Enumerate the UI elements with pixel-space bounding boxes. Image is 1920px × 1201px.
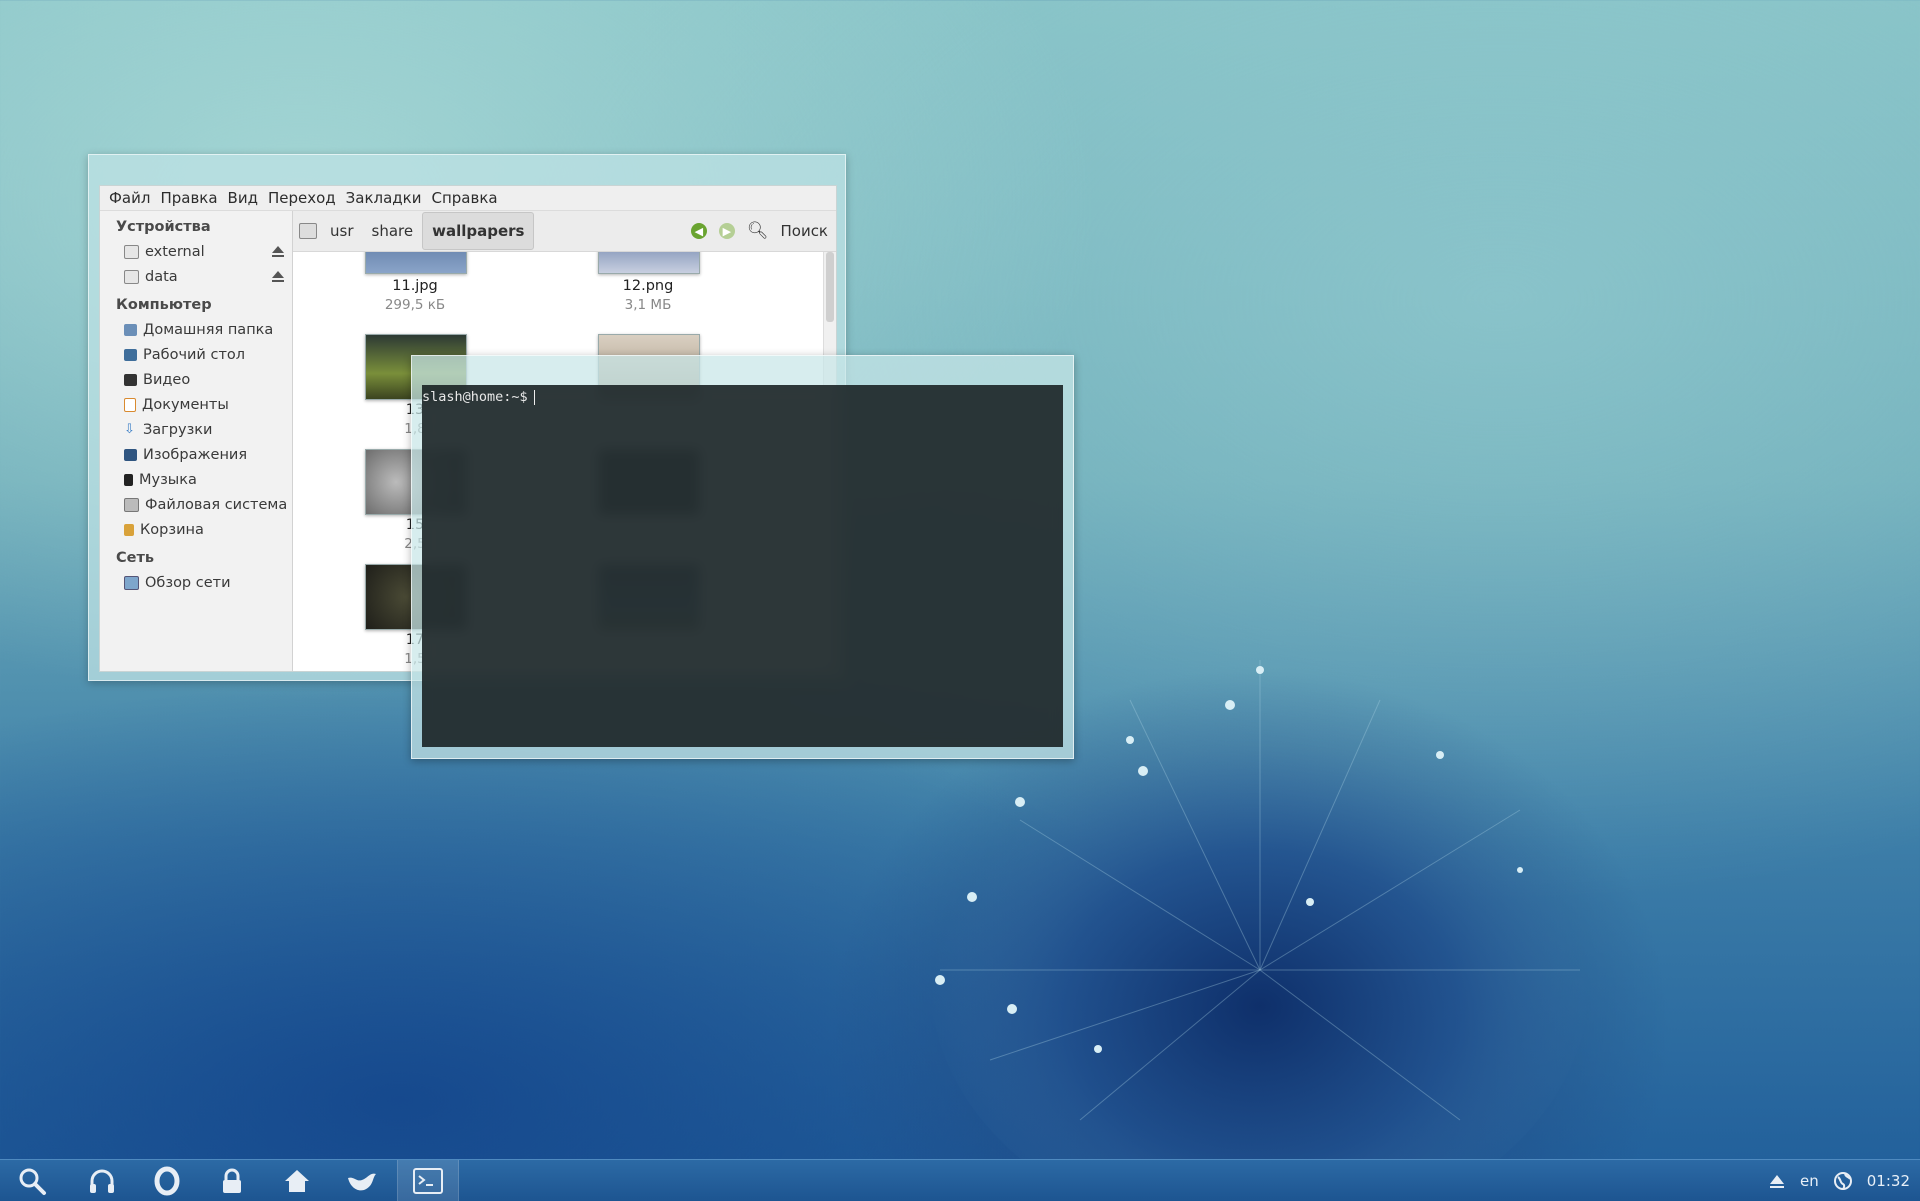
sidebar-item-filesystem[interactable]: Файловая система (100, 492, 292, 517)
file-name: 11.jpg (392, 278, 438, 294)
taskbar-audio-button[interactable] (72, 1160, 132, 1201)
taskbar-home-button[interactable] (267, 1160, 327, 1201)
scrollbar-thumb[interactable] (826, 252, 834, 322)
taskbar-browser-button[interactable] (332, 1160, 392, 1201)
sidebar-item-music[interactable]: Музыка (100, 467, 292, 492)
sidebar-item-label: Корзина (140, 521, 204, 538)
terminal-icon (413, 1167, 443, 1194)
terminal-window[interactable]: slash@home:~$ (411, 355, 1074, 759)
network-globe-icon[interactable] (1833, 1171, 1853, 1191)
sidebar-item-label: Видео (143, 371, 191, 388)
terminal-line: slash@home:~$ (422, 389, 535, 405)
opera-icon (154, 1166, 180, 1195)
sidebar-item-pictures[interactable]: Изображения (100, 442, 292, 467)
firefox-icon (348, 1173, 376, 1190)
search-icon[interactable]: 🔍︎ (747, 221, 769, 241)
keyboard-layout[interactable]: en (1800, 1172, 1819, 1190)
drive-icon (124, 269, 139, 284)
sidebar-item-desktop[interactable]: Рабочий стол (100, 342, 292, 367)
sidebar-item-label: Обзор сети (145, 574, 231, 591)
drive-icon[interactable] (299, 223, 317, 239)
sidebar-item-external[interactable]: external (100, 239, 292, 264)
taskbar-search-button[interactable] (2, 1160, 62, 1201)
file-name: 12.png (622, 278, 674, 294)
sidebar-item-label: Документы (142, 396, 229, 413)
sidebar-item-documents[interactable]: Документы (100, 392, 292, 417)
search-icon (19, 1168, 46, 1195)
sidebar-item-label: Рабочий стол (143, 346, 246, 363)
taskbar-terminal-button[interactable] (397, 1160, 459, 1201)
taskbar-lock-button[interactable] (202, 1160, 262, 1201)
crumb-share[interactable]: share (363, 213, 423, 249)
drive-icon (124, 244, 139, 259)
sidebar-item-label: data (145, 268, 178, 285)
sidebar-item-label: Музыка (139, 471, 197, 488)
download-icon: ⇩ (124, 421, 135, 437)
path-bar: usr share wallpapers ◀ ▶ 🔍︎ Поиск (293, 211, 836, 252)
network-icon (124, 575, 139, 590)
terminal-body[interactable]: slash@home:~$ (422, 385, 1063, 747)
system-tray: en 01:32 (1768, 1160, 1910, 1201)
clock[interactable]: 01:32 (1867, 1172, 1910, 1190)
eject-icon[interactable] (272, 246, 284, 257)
sidebar-item-network-browse[interactable]: Обзор сети (100, 570, 292, 595)
music-icon (124, 473, 133, 486)
forward-icon[interactable]: ▶ (718, 223, 735, 239)
terminal-prompt: slash@home:~$ (422, 389, 528, 405)
menu-help[interactable]: Справка (426, 189, 502, 207)
file-size: 3,1 МБ (624, 297, 672, 313)
filesystem-icon (124, 497, 139, 512)
headphones-icon (90, 1169, 114, 1193)
video-icon (124, 373, 137, 386)
menu-edit[interactable]: Правка (155, 189, 222, 207)
sidebar: Устройства external data Компьютер Домаш… (100, 211, 293, 671)
menu-bookmarks[interactable]: Закладки (341, 189, 427, 207)
sidebar-item-trash[interactable]: Корзина (100, 517, 292, 542)
sidebar-item-label: Загрузки (143, 421, 213, 438)
sidebar-item-label: external (145, 243, 205, 260)
sidebar-item-home[interactable]: Домашняя папка (100, 317, 292, 342)
text-cursor (533, 389, 535, 405)
taskbar-opera-button[interactable] (137, 1160, 197, 1201)
desktop-icon (124, 348, 137, 361)
lock-icon (223, 1168, 241, 1193)
back-icon[interactable]: ◀ (690, 223, 707, 239)
sidebar-item-label: Домашняя папка (143, 321, 274, 338)
sidebar-item-label: Изображения (143, 446, 248, 463)
pictures-icon (124, 448, 137, 461)
eject-icon[interactable] (272, 271, 284, 282)
crumb-usr[interactable]: usr (321, 213, 363, 249)
menu-bar: Файл Правка Вид Переход Закладки Справка (100, 186, 836, 211)
file-thumbnail[interactable] (365, 252, 467, 274)
sidebar-item-label: Файловая система (145, 496, 288, 513)
sidebar-item-downloads[interactable]: ⇩ Загрузки (100, 417, 292, 442)
sidebar-item-video[interactable]: Видео (100, 367, 292, 392)
search-label[interactable]: Поиск (780, 222, 828, 240)
menu-go[interactable]: Переход (263, 189, 341, 207)
sidebar-section-network: Сеть (116, 550, 155, 566)
eject-icon[interactable] (1768, 1172, 1786, 1190)
documents-icon (124, 397, 136, 412)
file-size: 299,5 кБ (384, 297, 446, 313)
crumb-wallpapers[interactable]: wallpapers (422, 212, 535, 250)
trash-icon (124, 523, 134, 536)
menu-file[interactable]: Файл (104, 189, 155, 207)
sidebar-item-data[interactable]: data (100, 264, 292, 289)
home-folder-icon (124, 323, 137, 336)
menu-view[interactable]: Вид (223, 189, 263, 207)
file-thumbnail[interactable] (598, 252, 700, 274)
home-icon (285, 1169, 309, 1192)
taskbar: en 01:32 (0, 1159, 1920, 1201)
sidebar-section-computer: Компьютер (116, 297, 212, 313)
sidebar-section-devices: Устройства (116, 219, 211, 235)
